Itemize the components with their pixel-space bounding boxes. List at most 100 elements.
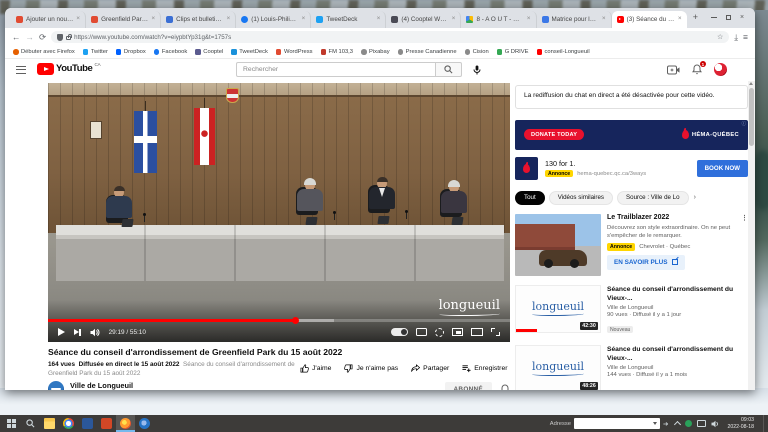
bookmark-item[interactable]: Cision: [465, 49, 489, 55]
scroll-up-arrow[interactable]: [749, 82, 753, 85]
bookmark-item[interactable]: Presse Canadienne: [398, 49, 457, 55]
miniplayer-icon[interactable]: [452, 328, 463, 336]
account-avatar[interactable]: [714, 63, 727, 76]
forward-button[interactable]: →: [26, 33, 35, 42]
youtube-logo[interactable]: YouTube CA: [37, 63, 101, 75]
dislike-button[interactable]: Je n'aime pas: [344, 364, 398, 373]
promoted-thumbnail[interactable]: [515, 214, 601, 276]
promoted-video[interactable]: Le Trailblazer 2022 ⋮ Découvrez son styl…: [515, 214, 748, 276]
bookmark-item[interactable]: conseil-Longueuil: [537, 49, 590, 55]
fullscreen-icon[interactable]: [491, 328, 500, 336]
theater-mode-icon[interactable]: [471, 328, 483, 336]
minimize-button[interactable]: [711, 17, 717, 18]
browser-tab[interactable]: (4) Cooptel Webmail ×: [386, 11, 461, 28]
autoplay-toggle[interactable]: [391, 328, 408, 336]
dropdown-icon[interactable]: [653, 422, 657, 425]
create-video-icon[interactable]: [667, 65, 680, 75]
donate-button[interactable]: DONATE TODAY: [524, 129, 584, 140]
chips-scroll-icon[interactable]: ›: [694, 194, 696, 201]
settings-gear-icon[interactable]: [435, 328, 444, 337]
bookmark-item[interactable]: Facebook: [154, 49, 187, 55]
go-button[interactable]: ➔: [663, 420, 668, 428]
browser-tab[interactable]: Clips et bulletins - D ×: [161, 11, 236, 28]
chip-tout[interactable]: Tout: [515, 191, 545, 205]
address-input[interactable]: [574, 418, 660, 429]
ad-banner-hema-quebec[interactable]: DONATE TODAY HÉMA-QUÉBEC ⓘ: [515, 120, 748, 150]
notifications-button[interactable]: 1: [692, 64, 702, 75]
start-button[interactable]: [2, 415, 21, 432]
subtitles-icon[interactable]: [416, 328, 427, 336]
search-input[interactable]: Rechercher: [236, 62, 436, 77]
lock-icon[interactable]: [66, 36, 71, 40]
show-desktop-button[interactable]: [763, 415, 766, 432]
chip-source[interactable]: Source : Ville de Lo: [617, 191, 689, 205]
learn-more-button[interactable]: EN SAVOIR PLUS: [607, 255, 685, 270]
address-bar[interactable]: https://www.youtube.com/watch?v=eiypbtYp…: [51, 31, 729, 43]
tab-close-icon[interactable]: ×: [602, 16, 606, 23]
bookmark-item[interactable]: Dropbox: [116, 49, 146, 55]
browser-tab-active-youtube[interactable]: (3) Séance du consei ×: [612, 11, 687, 28]
related-video[interactable]: longueuil 48:26 Séance du conseil d'arro…: [515, 345, 748, 390]
bookmark-item[interactable]: Twitter: [83, 49, 108, 55]
subscribed-button[interactable]: ABONNÉ: [445, 382, 493, 390]
maximize-button[interactable]: [726, 15, 731, 20]
tab-close-icon[interactable]: ×: [678, 16, 682, 23]
page-scrollbar[interactable]: [748, 81, 755, 390]
hamburger-menu-icon[interactable]: [16, 66, 26, 74]
related-video[interactable]: longueuil 42:30 Séance du conseil d'arro…: [515, 285, 748, 336]
video-player[interactable]: longueuil 29:19 / 55:10: [48, 83, 510, 342]
volume-icon[interactable]: [90, 328, 100, 337]
tracking-shield-icon[interactable]: [57, 34, 63, 41]
bookmark-item[interactable]: WordPress: [276, 49, 313, 55]
bookmark-item[interactable]: FM 103,3: [321, 49, 354, 55]
browser-tab[interactable]: Ajouter un nouvel art ×: [11, 11, 86, 28]
browser-tab[interactable]: Matrice pour les suje ×: [537, 11, 612, 28]
taskbar-search-button[interactable]: [21, 415, 40, 432]
play-button[interactable]: [58, 328, 65, 336]
tab-close-icon[interactable]: ×: [302, 16, 306, 23]
word-icon[interactable]: [78, 415, 97, 432]
bookmark-star-icon[interactable]: ☆: [717, 33, 723, 41]
tab-close-icon[interactable]: ×: [76, 16, 80, 23]
volume-tray-icon[interactable]: [711, 420, 720, 428]
browser-tab[interactable]: TweetDeck ×: [311, 11, 386, 28]
tab-close-icon[interactable]: ×: [151, 16, 155, 23]
bookmark-item[interactable]: Cooptel: [195, 49, 223, 55]
bookmark-item[interactable]: Pixabay: [361, 49, 390, 55]
tab-close-icon[interactable]: ×: [527, 16, 531, 23]
back-button[interactable]: ←: [12, 33, 21, 42]
scrollbar-thumb[interactable]: [749, 88, 754, 146]
downloads-icon[interactable]: ⤓: [734, 33, 738, 42]
powerpoint-icon[interactable]: [97, 415, 116, 432]
firefox-icon-active[interactable]: [116, 415, 135, 432]
taskbar-clock[interactable]: 09:03 2022-08-18: [725, 417, 758, 430]
tray-app-icon[interactable]: [685, 420, 692, 427]
like-button[interactable]: J'aime: [300, 364, 331, 373]
kebab-menu-icon[interactable]: ⋮: [741, 214, 748, 222]
tab-close-icon[interactable]: ×: [452, 16, 456, 23]
ad-headline[interactable]: 130 for 1.: [545, 159, 646, 168]
browser-tab[interactable]: (1) Louis-Philippe G ×: [236, 11, 311, 28]
channel-name[interactable]: Ville de Longueuil: [70, 381, 133, 390]
promoted-title[interactable]: Le Trailblazer 2022: [607, 214, 669, 222]
voice-search-button[interactable]: [469, 62, 484, 77]
browser-tab[interactable]: 8 - A O Û T - Google D ×: [461, 11, 536, 28]
bookmark-item[interactable]: TweetDeck: [231, 49, 268, 55]
new-tab-button[interactable]: +: [687, 12, 704, 24]
channel-bell-icon[interactable]: [500, 384, 510, 391]
search-button[interactable]: [436, 62, 462, 77]
hidden-icons-chevron[interactable]: [674, 421, 681, 428]
reload-button[interactable]: ⟳: [39, 33, 46, 42]
book-now-button[interactable]: BOOK NOW: [697, 160, 748, 177]
ad-info-icon[interactable]: ⓘ: [742, 121, 747, 127]
tab-close-icon[interactable]: ×: [377, 16, 381, 23]
channel-avatar[interactable]: [48, 381, 64, 390]
menu-icon[interactable]: ≡: [743, 33, 748, 42]
file-explorer-icon[interactable]: [40, 415, 59, 432]
bookmark-item[interactable]: Débuter avec Firefox: [13, 49, 75, 55]
bookmark-item[interactable]: G DRIVE: [497, 49, 529, 55]
next-button[interactable]: [74, 329, 81, 336]
close-button[interactable]: ×: [740, 14, 744, 21]
tab-close-icon[interactable]: ×: [226, 16, 230, 23]
browser-tab[interactable]: Greenfield Park exte ×: [86, 11, 161, 28]
